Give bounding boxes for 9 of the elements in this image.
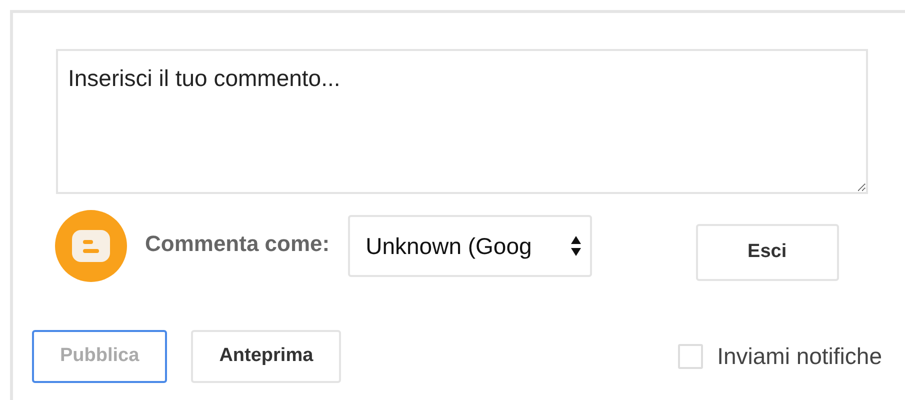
logout-button[interactable]: Esci: [696, 224, 839, 280]
notify-checkbox[interactable]: [678, 344, 704, 369]
comment-as-label: Commenta come:: [145, 230, 330, 258]
identity-select[interactable]: Unknown (Goog: [348, 215, 592, 277]
comment-field[interactable]: Inserisci il tuo commento...: [56, 49, 868, 194]
form-button[interactable]: Anteprima: [191, 330, 342, 383]
sort-caret-icon: [570, 235, 582, 257]
blog-logo-icon: [55, 210, 127, 282]
notify-label: Inviami notifiche: [717, 342, 882, 372]
